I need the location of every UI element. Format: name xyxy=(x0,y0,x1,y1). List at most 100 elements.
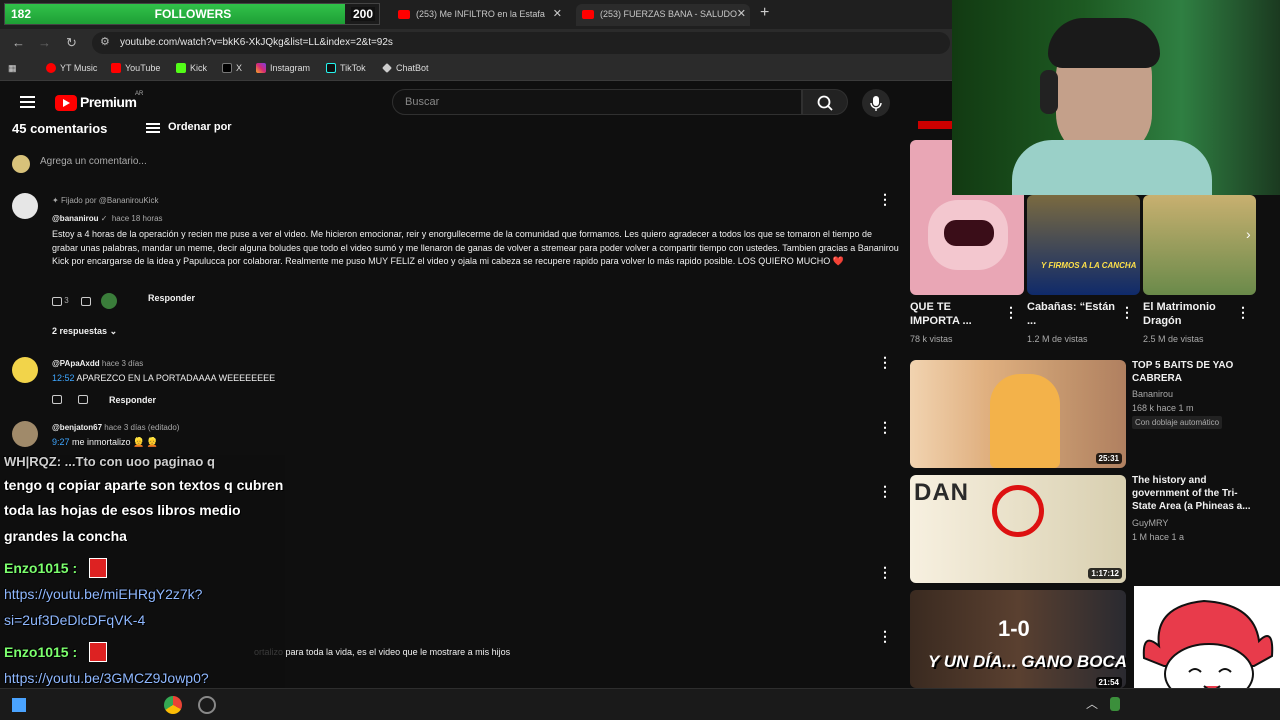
short-menu-icon[interactable]: ⋮ xyxy=(1120,304,1134,321)
close-tab-icon[interactable]: ✕ xyxy=(553,4,562,24)
comment-author[interactable]: @benjaton67 xyxy=(52,423,102,432)
reply-button[interactable]: Responder xyxy=(148,293,195,303)
commenter-avatar[interactable] xyxy=(12,421,38,447)
comment-time[interactable]: hace 3 días xyxy=(102,359,143,368)
tab-fuerzas-bana[interactable]: (253) FUERZAS BANA - SALUDO ✕ xyxy=(576,4,750,26)
video-title[interactable]: The history and government of the Tri-St… xyxy=(1132,474,1256,513)
comment-count: 45 comentarios xyxy=(12,121,108,136)
forward-arrow-icon[interactable]: → xyxy=(38,35,51,50)
comment-author[interactable]: @PApaAxdd xyxy=(52,359,100,368)
short-views: 1.2 M de vistas xyxy=(1027,334,1088,344)
like-icon[interactable] xyxy=(52,395,62,405)
channel-name[interactable]: GuyMRY xyxy=(1132,517,1168,530)
youtube-logo-icon[interactable] xyxy=(55,95,77,111)
short-title[interactable]: El Matrimonio Dragón xyxy=(1143,300,1235,328)
video-thumbnail[interactable]: 25:31 xyxy=(910,360,1126,468)
short-thumbnail[interactable]: Y FIRMOS A LA CANCHA xyxy=(1027,195,1140,295)
short-menu-icon[interactable]: ⋮ xyxy=(1236,304,1250,321)
creator-heart-avatar xyxy=(101,293,118,309)
reply-button[interactable]: Responder xyxy=(109,395,156,405)
comment-menu-icon[interactable]: ⋮ xyxy=(878,628,892,645)
youtube-masthead: Premium AR Buscar xyxy=(0,81,952,121)
streamer-shirt xyxy=(1012,140,1212,195)
short-art xyxy=(944,220,994,246)
back-arrow-icon[interactable]: ← xyxy=(12,35,25,50)
chevron-down-icon: ⌄ xyxy=(109,326,118,336)
bookmark-x[interactable]: X xyxy=(222,63,242,73)
comment-time[interactable]: hace 18 horas xyxy=(112,214,163,223)
thumbnail-score: 1-0 xyxy=(998,616,1030,641)
add-comment-input[interactable]: Agrega un comentario... xyxy=(40,156,147,167)
chat-badge-icon xyxy=(89,558,107,578)
apps-grid-icon[interactable]: ▦ xyxy=(8,63,17,74)
comment-menu-icon[interactable]: ⋮ xyxy=(878,191,892,208)
youtube-favicon-icon xyxy=(398,10,410,19)
url-field[interactable]: ⚙ youtube.com/watch?v=bkK6-XkJQkg&list=L… xyxy=(92,32,950,54)
chat-link[interactable]: https://youtu.be/miEHRgY2z7k? xyxy=(4,581,202,607)
short-caption: Y FIRMOS A LA CANCHA xyxy=(1041,261,1137,270)
video-title[interactable]: TOP 5 BAITS DE YAO CABRERA xyxy=(1132,359,1250,385)
bookmark-tiktok[interactable]: TikTok xyxy=(326,63,366,73)
followers-label: FOLLOWERS xyxy=(154,7,232,21)
comment-menu-icon[interactable]: ⋮ xyxy=(878,419,892,436)
tiktok-icon xyxy=(326,63,336,73)
thumbnail-caption: Y UN DÍA... GANO BOCA xyxy=(928,652,1126,671)
chrome-taskbar-icon[interactable] xyxy=(164,696,182,714)
reload-icon[interactable]: ↻ xyxy=(66,35,77,51)
tray-chevron-up-icon[interactable]: ︿ xyxy=(1086,695,1098,712)
short-menu-icon[interactable]: ⋮ xyxy=(1004,304,1018,321)
app-taskbar-icon[interactable] xyxy=(198,696,216,714)
video-thumbnail[interactable]: 1-0 Y UN DÍA... GANO BOCA 21:54 xyxy=(910,590,1126,688)
video-duration: 1:17:12 xyxy=(1088,568,1122,579)
pin-icon: ✦ xyxy=(52,196,61,205)
sort-comments-button[interactable]: Ordenar por xyxy=(146,121,232,133)
youtube-premium-wordmark: Premium xyxy=(80,94,137,110)
like-icon[interactable] xyxy=(52,296,62,306)
close-tab-icon[interactable]: ✕ xyxy=(737,4,746,24)
short-title[interactable]: QUE TE IMPORTA ... xyxy=(910,300,1002,328)
tray-app-icon[interactable] xyxy=(1110,697,1120,711)
url-text: youtube.com/watch?v=bkK6-XkJQkg&list=LL&… xyxy=(120,37,393,48)
comment-menu-icon[interactable]: ⋮ xyxy=(878,483,892,500)
timestamp-link[interactable]: 12:52 xyxy=(52,373,75,383)
bookmark-chatbot[interactable]: ChatBot xyxy=(382,63,429,73)
site-info-icon[interactable]: ⚙ xyxy=(100,35,110,48)
channel-name[interactable]: Bananirou xyxy=(1132,388,1173,401)
commenter-avatar[interactable] xyxy=(12,193,38,219)
voice-search-button[interactable] xyxy=(862,89,890,117)
thumbnail-art xyxy=(990,374,1060,468)
start-menu-icon[interactable] xyxy=(12,698,26,712)
bookmark-youtube[interactable]: YouTube xyxy=(111,63,160,73)
chat-link[interactable]: si=2uf3DeDlcDFqVK-4 xyxy=(4,607,145,633)
comment-text: Estoy a 4 horas de la operación y recien… xyxy=(52,229,899,266)
dislike-icon[interactable] xyxy=(80,296,91,306)
dislike-icon[interactable] xyxy=(78,395,89,405)
comment-menu-icon[interactable]: ⋮ xyxy=(878,354,892,371)
video-thumbnail[interactable]: DAN 1:17:12 xyxy=(910,475,1126,583)
microphone-icon xyxy=(870,96,882,111)
short-thumbnail[interactable] xyxy=(1143,195,1256,295)
comment-author[interactable]: @bananirou xyxy=(52,214,98,223)
bookmark-instagram[interactable]: Instagram xyxy=(256,63,310,73)
x-icon xyxy=(222,63,232,73)
menu-hamburger-icon[interactable] xyxy=(20,96,35,108)
chevron-right-icon[interactable]: › xyxy=(1246,226,1251,242)
search-button[interactable] xyxy=(802,89,848,115)
search-placeholder: Buscar xyxy=(405,96,440,108)
tab-infiltro[interactable]: (253) Me INFILTRO en la Estafa ✕ xyxy=(392,4,566,26)
search-input[interactable]: Buscar xyxy=(392,89,802,115)
chat-message: toda las hojas de esos libros medio xyxy=(4,502,241,518)
comment-menu-icon[interactable]: ⋮ xyxy=(878,564,892,581)
bookmark-label: Instagram xyxy=(270,63,311,73)
short-title[interactable]: Cabañas: “Están ... xyxy=(1027,300,1119,328)
bookmark-label: TikTok xyxy=(340,63,366,73)
show-replies-button[interactable]: 2 respuestas ⌄ xyxy=(52,326,117,337)
commenter-avatar[interactable] xyxy=(12,357,38,383)
bookmark-yt-music[interactable]: YT Music xyxy=(46,63,97,73)
replies-label: 2 respuestas xyxy=(52,326,108,336)
new-tab-icon[interactable]: + xyxy=(760,4,769,22)
bookmark-label: YouTube xyxy=(125,63,161,73)
comment-time[interactable]: hace 3 días (editado) xyxy=(104,423,179,432)
bookmark-kick[interactable]: Kick xyxy=(176,63,207,73)
timestamp-link[interactable]: 9:27 xyxy=(52,437,70,447)
